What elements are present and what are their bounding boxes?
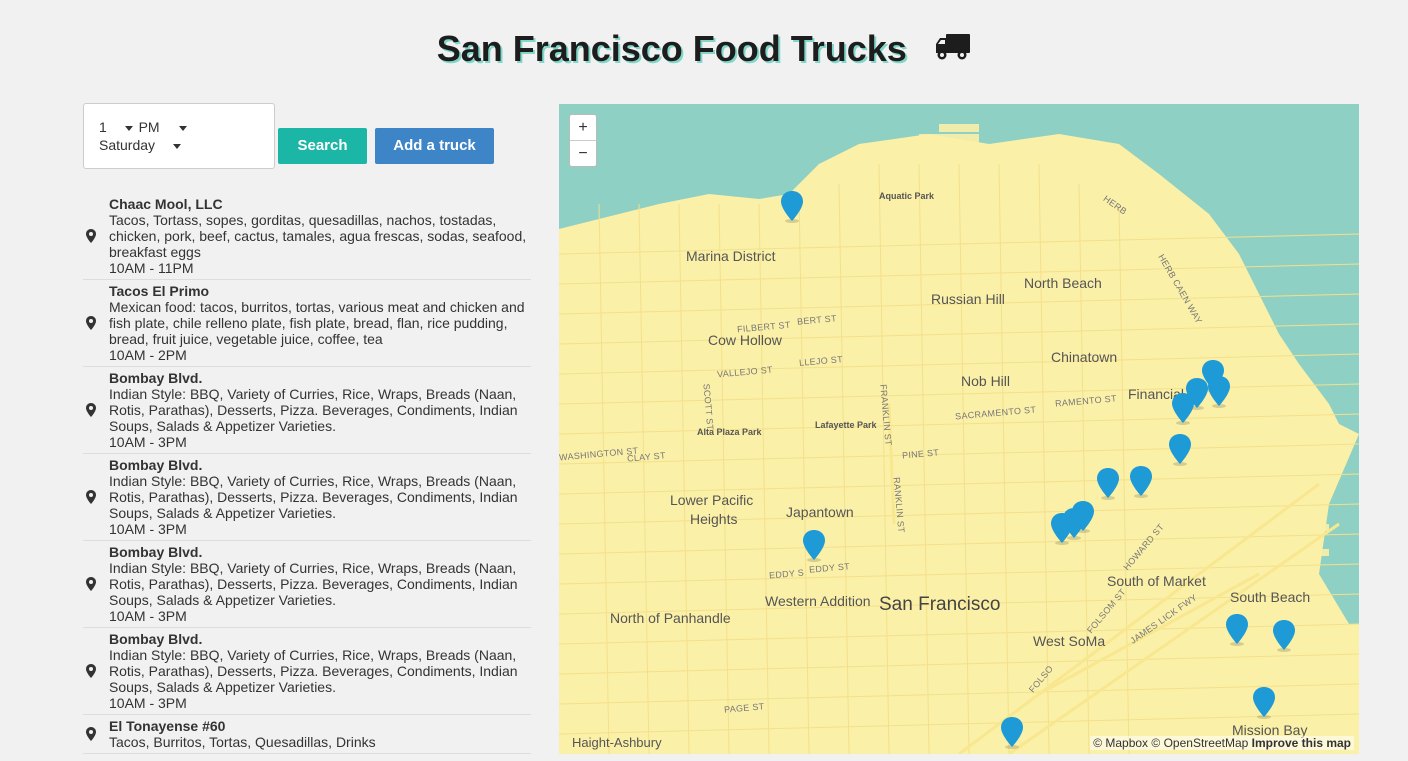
truck-name: Chaac Mool, LLC bbox=[109, 196, 223, 212]
truck-hours: 10AM - 11PM bbox=[109, 260, 194, 276]
zoom-in-button[interactable]: + bbox=[570, 115, 596, 141]
hour-select[interactable]: 1 bbox=[99, 119, 133, 135]
label-south-of-market: South of Market bbox=[1107, 573, 1206, 589]
truck-hours: 10AM - 3PM bbox=[109, 608, 187, 624]
label-marina: Marina District bbox=[686, 248, 776, 264]
truck-list-item[interactable]: El Tonayense #60 Tacos, Burritos, Tortas,… bbox=[83, 715, 531, 754]
map-marker[interactable] bbox=[1096, 468, 1120, 500]
page-header: San Francisco Food Trucks bbox=[0, 28, 1408, 70]
label-north-panhandle: North of Panhandle bbox=[610, 610, 731, 626]
osm-link[interactable]: © OpenStreetMap bbox=[1151, 736, 1248, 750]
truck-list-item[interactable]: Bombay Blvd. Indian Style: BBQ, Variety o… bbox=[83, 367, 531, 454]
chevron-down-icon bbox=[179, 125, 188, 131]
truck-icon bbox=[935, 32, 971, 67]
label-heights: Heights bbox=[690, 511, 738, 527]
label-west-soma: West SoMa bbox=[1033, 633, 1106, 649]
page-title: San Francisco Food Trucks bbox=[436, 28, 907, 69]
label-russian-hill: Russian Hill bbox=[931, 291, 1005, 307]
map[interactable]: Marina District North Beach Russian Hill… bbox=[559, 104, 1359, 754]
truck-hours: 10AM - 3PM bbox=[109, 695, 187, 711]
label-chinatown: Chinatown bbox=[1051, 349, 1118, 365]
truck-hours: 10AM - 3PM bbox=[109, 434, 187, 450]
label-south-beach: South Beach bbox=[1230, 589, 1311, 605]
truck-name: El Tonayense #60 bbox=[109, 718, 226, 734]
truck-list: Chaac Mool, LLC Tacos, Tortass, sopes, go… bbox=[83, 193, 531, 754]
label-north-beach: North Beach bbox=[1024, 275, 1102, 291]
map-pin-icon bbox=[86, 403, 96, 420]
map-pin-icon bbox=[86, 727, 96, 744]
map-pin-icon bbox=[86, 664, 96, 681]
truck-food: Indian Style: BBQ, Variety of Curries, R… bbox=[109, 386, 518, 434]
chevron-down-icon bbox=[124, 125, 133, 131]
truck-food: Tacos, Burritos, Tortas, Quesadillas, Dr… bbox=[109, 734, 376, 750]
label-lafayette-park: Lafayette Park bbox=[815, 420, 877, 430]
map-marker[interactable] bbox=[1225, 614, 1249, 646]
map-marker[interactable] bbox=[1207, 376, 1231, 408]
map-marker[interactable] bbox=[802, 530, 826, 562]
ampm-select[interactable]: PM bbox=[139, 119, 188, 135]
time-row: 1 PM bbox=[99, 118, 188, 136]
truck-food: Mexican food: tacos, burritos, tortas, v… bbox=[109, 299, 525, 347]
map-marker[interactable] bbox=[1272, 620, 1296, 652]
map-marker[interactable] bbox=[1050, 513, 1074, 545]
map-pin-icon bbox=[86, 229, 96, 246]
label-aquatic-park: Aquatic Park bbox=[879, 191, 935, 201]
day-value: Saturday bbox=[99, 137, 156, 153]
map-pin-icon bbox=[86, 490, 96, 507]
truck-name: Bombay Blvd. bbox=[109, 370, 203, 386]
search-button[interactable]: Search bbox=[278, 128, 367, 164]
chevron-down-icon bbox=[172, 143, 181, 149]
label-city: San Francisco bbox=[879, 594, 1001, 615]
truck-hours: 10AM - 2PM bbox=[109, 347, 187, 363]
label-japantown: Japantown bbox=[786, 504, 854, 520]
map-marker[interactable] bbox=[1168, 434, 1192, 466]
map-pin-icon bbox=[86, 316, 96, 333]
truck-name: Bombay Blvd. bbox=[109, 631, 203, 647]
truck-list-item[interactable]: Chaac Mool, LLC Tacos, Tortass, sopes, go… bbox=[83, 193, 531, 280]
truck-name: Bombay Blvd. bbox=[109, 457, 203, 473]
mapbox-link[interactable]: © Mapbox bbox=[1093, 736, 1148, 750]
label-haight: Haight-Ashbury bbox=[572, 735, 662, 750]
label-western-addition: Western Addition bbox=[765, 593, 871, 609]
map-attribution: © Mapbox © OpenStreetMap Improve this ma… bbox=[1090, 736, 1354, 750]
truck-list-item[interactable]: Bombay Blvd. Indian Style: BBQ, Variety o… bbox=[83, 541, 531, 628]
truck-hours: 10AM - 3PM bbox=[109, 521, 187, 537]
map-marker[interactable] bbox=[1000, 717, 1024, 749]
time-day-picker: 1 PM Saturday bbox=[83, 103, 275, 169]
zoom-control: + − bbox=[569, 114, 597, 167]
map-marker[interactable] bbox=[1252, 687, 1276, 719]
truck-food: Indian Style: BBQ, Variety of Curries, R… bbox=[109, 473, 518, 521]
label-cow-hollow: Cow Hollow bbox=[708, 332, 782, 348]
map-pin-icon bbox=[86, 577, 96, 594]
day-select[interactable]: Saturday bbox=[99, 136, 181, 154]
improve-map-link[interactable]: Improve this map bbox=[1252, 736, 1351, 750]
truck-list-item[interactable]: Tacos El Primo Mexican food: tacos, burri… bbox=[83, 280, 531, 367]
map-marker[interactable] bbox=[1171, 393, 1195, 425]
zoom-out-button[interactable]: − bbox=[570, 141, 596, 166]
map-marker[interactable] bbox=[1129, 466, 1153, 498]
truck-food: Indian Style: BBQ, Variety of Curries, R… bbox=[109, 647, 518, 695]
truck-name: Bombay Blvd. bbox=[109, 544, 203, 560]
truck-food: Indian Style: BBQ, Variety of Curries, R… bbox=[109, 560, 518, 608]
label-lower-pacific: Lower Pacific bbox=[670, 492, 754, 508]
truck-list-item[interactable]: Bombay Blvd. Indian Style: BBQ, Variety o… bbox=[83, 628, 531, 715]
label-nob-hill: Nob Hill bbox=[961, 373, 1011, 389]
truck-name: Tacos El Primo bbox=[109, 283, 210, 299]
truck-food: Tacos, Tortass, sopes, gorditas, quesadi… bbox=[109, 212, 527, 260]
truck-list-item[interactable]: Bombay Blvd. Indian Style: BBQ, Variety o… bbox=[83, 454, 531, 541]
add-truck-button[interactable]: Add a truck bbox=[375, 128, 494, 164]
map-base bbox=[559, 104, 1359, 754]
map-marker[interactable] bbox=[780, 191, 804, 223]
